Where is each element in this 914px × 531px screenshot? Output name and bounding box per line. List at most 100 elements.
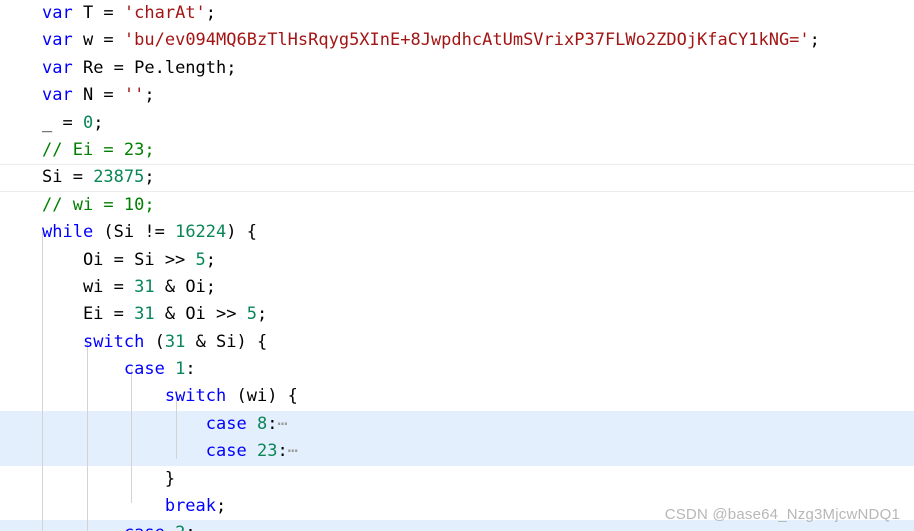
line-var-N[interactable]: var N = ''; [0, 82, 914, 109]
token-plain: : [277, 441, 288, 462]
line-Ei-assign[interactable]: Ei = 31 & Oi >> 5; [0, 301, 914, 328]
token-str: 'bu/ev094MQ6BzTlHsRqyg5XInE+8JwpdhcAtUmS… [123, 30, 810, 51]
code-line-text: var N = ''; [0, 82, 914, 109]
code-line-text: } [0, 466, 914, 493]
line-Oi-assign[interactable]: Oi = Si >> 5; [0, 247, 914, 274]
token-kw: break [164, 496, 217, 517]
token-kw: var [42, 85, 73, 106]
line-var-T[interactable]: var T = 'charAt'; [0, 0, 914, 27]
token-plain: & Si) { [185, 331, 268, 352]
token-str: '' [123, 85, 145, 106]
token-str: 'charAt' [123, 3, 206, 23]
token-kw: var [42, 3, 73, 23]
line-var-Re[interactable]: var Re = Pe.length; [0, 55, 914, 82]
token-kw: case [205, 441, 247, 462]
token-plain: : [185, 523, 195, 531]
token-plain: _ = [42, 112, 83, 133]
token-plain: ; [144, 85, 155, 106]
token-fold: ⋯ [277, 413, 289, 434]
token-kw: var [42, 30, 73, 51]
code-line-text: switch (31 & Si) { [0, 329, 914, 356]
token-plain: ; [144, 167, 155, 188]
token-num: 23 [256, 441, 278, 462]
token-num: 31 [134, 304, 155, 325]
code-line-text: var Re = Pe.length; [0, 55, 914, 82]
line-underscore-assign[interactable]: _ = 0; [0, 110, 914, 137]
line-wi-assign[interactable]: wi = 31 & Oi; [0, 274, 914, 301]
line-switch-inner[interactable]: switch (wi) { [0, 383, 914, 410]
token-plain: ; [809, 30, 820, 51]
code-line-text: // Ei = 23; [0, 137, 914, 164]
token-plain: : [267, 413, 278, 434]
line-case-8[interactable]: case 8:⋯ [0, 410, 914, 439]
token-num: 16224 [175, 222, 227, 243]
code-line-text: Si = 23875; [0, 165, 914, 190]
line-case-23[interactable]: case 23:⋯ [0, 438, 914, 466]
token-num: 8 [256, 413, 268, 434]
token-kw: switch [82, 331, 145, 352]
token-kw: switch [164, 386, 227, 407]
code-line-text: wi = 31 & Oi; [0, 274, 914, 301]
token-plain: ; [93, 112, 104, 133]
line-case-1[interactable]: case 1: [0, 356, 914, 383]
token-plain: T = [72, 3, 124, 23]
token-plain: Re = Pe.length; [72, 57, 237, 78]
token-kw: case [205, 413, 247, 434]
token-plain: w = [72, 30, 124, 51]
token-num: 23875 [93, 167, 145, 188]
token-plain: ; [256, 304, 268, 325]
token-cmt: // wi = 10; [42, 194, 155, 215]
token-plain: ; [216, 496, 227, 517]
token-plain: ; [205, 249, 217, 270]
token-plain: wi = [42, 276, 135, 297]
token-num: 1 [175, 359, 186, 380]
code-line-text: var w = 'bu/ev094MQ6BzTlHsRqyg5XInE+8Jwp… [0, 27, 914, 54]
token-num: 0 [82, 112, 94, 133]
token-plain: ; [205, 3, 217, 23]
token-kw: var [42, 57, 73, 78]
code-line-text: Oi = Si >> 5; [0, 247, 914, 274]
code-line-text: case 8:⋯ [0, 411, 914, 438]
token-cmt: // Ei = 23; [42, 139, 155, 160]
token-num: 31 [134, 276, 155, 297]
line-Si-assign[interactable]: Si = 23875; [0, 164, 914, 192]
token-plain: & Oi; [154, 276, 217, 297]
code-line-text: case 1: [0, 356, 914, 383]
token-num: 2 [175, 523, 185, 531]
token-plain: : [185, 359, 196, 380]
token-plain: Oi = Si >> [42, 249, 196, 270]
token-plain: Ei = [42, 304, 135, 325]
code-line-text: case 23:⋯ [0, 438, 914, 465]
line-switch-outer[interactable]: switch (31 & Si) { [0, 329, 914, 356]
token-num: 5 [195, 249, 206, 270]
code-line-text: var T = 'charAt'; [0, 0, 914, 27]
line-close-inner-switch[interactable]: } [0, 466, 914, 493]
token-num: 31 [164, 331, 186, 352]
token-kw: case [124, 523, 165, 531]
token-plain: ( [144, 331, 165, 352]
token-fold: ⋯ [287, 441, 299, 462]
csdn-watermark: CSDN @base64_Nzg3MjcwNDQ1 [664, 506, 900, 523]
line-var-w[interactable]: var w = 'bu/ev094MQ6BzTlHsRqyg5XInE+8Jwp… [0, 27, 914, 54]
code-line-text: // wi = 10; [0, 192, 914, 219]
line-comment-wi[interactable]: // wi = 10; [0, 192, 914, 219]
token-kw: while [42, 222, 94, 243]
token-plain: (Si != [93, 222, 176, 243]
code-content-area[interactable]: var T = 'charAt'; var w = 'bu/ev094MQ6BzT… [0, 0, 914, 531]
token-fold: ⋯ [196, 523, 207, 531]
token-plain: & Oi >> [154, 304, 247, 325]
token-num: 5 [246, 304, 257, 325]
code-editor[interactable]: var T = 'charAt'; var w = 'bu/ev094MQ6BzT… [0, 0, 914, 531]
line-while[interactable]: while (Si != 16224) { [0, 219, 914, 246]
line-comment-Ei[interactable]: // Ei = 23; [0, 137, 914, 164]
code-line-text: Ei = 31 & Oi >> 5; [0, 301, 914, 328]
code-line-text: while (Si != 16224) { [0, 219, 914, 246]
